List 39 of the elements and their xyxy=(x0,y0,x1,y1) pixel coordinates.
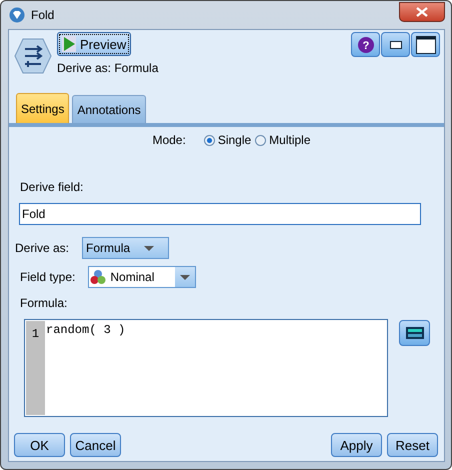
caret-icon xyxy=(180,274,190,280)
play-icon xyxy=(62,36,76,52)
derive-as-dropdown[interactable]: Formula xyxy=(82,237,170,259)
field-type-dropdown[interactable]: Nominal xyxy=(88,266,196,288)
node-icon xyxy=(13,36,53,76)
mode-label: Mode: xyxy=(152,133,186,147)
calculator-icon xyxy=(406,327,424,339)
radio-option[interactable]: Single xyxy=(204,133,252,147)
dialog-button[interactable]: OK xyxy=(14,433,65,457)
caret-icon xyxy=(144,246,154,250)
dialog-button[interactable]: Cancel xyxy=(70,433,121,457)
line-number: 1 xyxy=(32,327,40,341)
tab[interactable]: Annotations xyxy=(72,95,146,123)
help-button[interactable]: ? xyxy=(351,32,380,57)
expression-builder-button[interactable] xyxy=(399,320,430,346)
derive-as-label: Derive as: xyxy=(15,241,70,255)
dialog-button[interactable]: Apply xyxy=(331,433,382,457)
help-icon: ? xyxy=(358,36,374,52)
dialog-button[interactable]: Reset xyxy=(387,433,438,457)
minimize-button[interactable] xyxy=(381,32,410,57)
maximize-icon xyxy=(416,36,436,54)
minimize-icon xyxy=(390,40,402,48)
formula-label: Formula: xyxy=(20,296,68,310)
node-subtitle: Derive as: Formula xyxy=(57,61,160,75)
code-line: random( 3 ) xyxy=(46,323,126,337)
maximize-button[interactable] xyxy=(411,32,440,57)
close-icon xyxy=(416,6,428,16)
window-title: Fold xyxy=(31,8,56,22)
preview-button[interactable]: Preview xyxy=(57,32,132,56)
radio-option[interactable]: Multiple xyxy=(255,133,311,147)
radio-button[interactable] xyxy=(204,134,215,146)
nominal-icon xyxy=(90,269,106,285)
field-type-label: Field type: xyxy=(20,270,76,284)
derive-field-label: Derive field: xyxy=(20,180,84,194)
close-button[interactable] xyxy=(399,2,445,22)
derive-field-input[interactable]: Fold xyxy=(19,203,421,225)
radio-button[interactable] xyxy=(255,134,266,146)
formula-editor[interactable]: 1 random( 3 ) xyxy=(24,319,388,417)
tab[interactable]: Settings xyxy=(16,93,70,123)
